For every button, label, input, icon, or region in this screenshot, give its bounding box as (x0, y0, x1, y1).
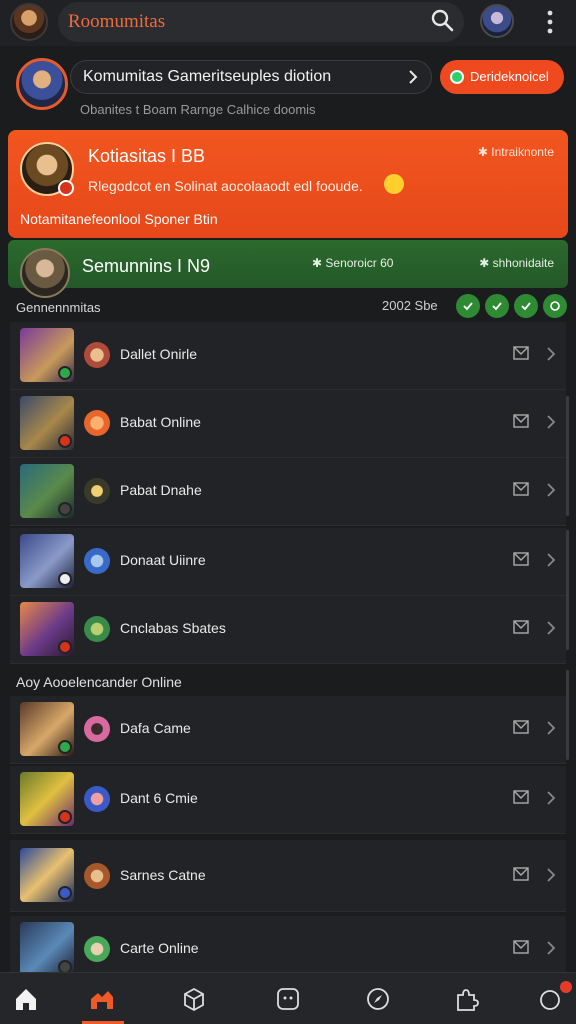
list-item[interactable]: Donaat Uiinre (10, 528, 566, 596)
section-count: 2002 Sbe (382, 298, 438, 313)
list-item[interactable]: Dallet Onirle (10, 322, 566, 390)
status-badge (58, 434, 72, 448)
list-item-label: Carte Online (120, 940, 199, 956)
list-item-label: Cnclabas Sbates (120, 620, 226, 636)
community-selector[interactable]: Komumitas Gameritseuples diotion (70, 60, 432, 94)
bottom-nav (0, 972, 576, 1024)
chevron-right-icon[interactable] (545, 790, 557, 806)
message-icon[interactable] (513, 867, 529, 881)
banner-avatar (20, 248, 70, 298)
scrollbar[interactable] (566, 530, 569, 650)
section-subtitle: Aoy Aooelencander Online (16, 674, 182, 690)
status-banner[interactable]: Semunnins I N9 ✱ Senoroicr 60 ✱ shhonida… (8, 240, 568, 298)
online-dot-icon (450, 70, 464, 84)
list-item[interactable]: Babat Online (10, 390, 566, 458)
chevron-right-icon[interactable] (545, 620, 557, 636)
banner-title: Semunnins I N9 (82, 256, 211, 276)
list-item[interactable]: Cnclabas Sbates (10, 596, 566, 664)
status-badge (58, 640, 72, 654)
chevron-right-icon[interactable] (545, 482, 557, 498)
status-badge (58, 502, 72, 516)
player-icon (84, 616, 110, 642)
compass-icon[interactable] (364, 985, 392, 1013)
player-icon (84, 786, 110, 812)
refresh-icon[interactable] (543, 294, 567, 318)
chevron-right-icon[interactable] (545, 414, 557, 430)
message-icon[interactable] (513, 720, 529, 734)
chat-icon[interactable] (274, 985, 302, 1013)
community-avatar[interactable] (16, 58, 68, 110)
app-avatar[interactable] (10, 3, 48, 41)
app-title-bar[interactable]: Roomumitas (58, 2, 464, 42)
player-icon (84, 410, 110, 436)
chevron-right-icon[interactable] (545, 552, 557, 568)
player-icon (84, 863, 110, 889)
chevron-right-icon (409, 70, 418, 84)
status-badge (58, 572, 72, 586)
featured-badge (58, 180, 74, 196)
community-icon[interactable] (88, 985, 116, 1013)
banner-meta-right: ✱ shhonidaite (479, 256, 554, 270)
player-icon (84, 548, 110, 574)
list-item[interactable]: Sarnes Catne (10, 840, 566, 912)
home-icon[interactable] (12, 985, 40, 1013)
featured-title: Kotiasitas I BB (88, 146, 206, 166)
message-icon[interactable] (513, 346, 529, 360)
player-icon (84, 936, 110, 962)
message-icon[interactable] (513, 482, 529, 496)
message-icon[interactable] (513, 620, 529, 634)
user-avatar[interactable] (480, 4, 514, 38)
list-item-label: Pabat Dnahe (120, 482, 202, 498)
status-badge (58, 810, 72, 824)
list-item-label: Donaat Uiinre (120, 552, 206, 568)
notification-badge (560, 981, 572, 993)
more-vertical-icon[interactable] (540, 8, 560, 36)
chevron-right-icon[interactable] (545, 346, 557, 362)
box-icon[interactable] (180, 985, 208, 1013)
chevron-right-icon[interactable] (545, 940, 557, 956)
player-icon (84, 716, 110, 742)
list-item-label: Dant 6 Cmie (120, 790, 198, 806)
join-button-label: Derideknoicel (470, 69, 549, 84)
message-icon[interactable] (513, 940, 529, 954)
search-icon[interactable] (430, 8, 454, 32)
list-item[interactable]: Pabat Dnahe (10, 458, 566, 526)
featured-meta: ✱ Intraiknonte (477, 145, 554, 159)
app-title: Roomumitas (68, 11, 166, 32)
top-bar: Roomumitas (0, 0, 576, 46)
list-item[interactable]: Dant 6 Cmie (10, 766, 566, 834)
chevron-right-icon[interactable] (545, 867, 557, 883)
status-badge (58, 366, 72, 380)
chevron-right-icon[interactable] (545, 720, 557, 736)
check-icon[interactable] (456, 294, 480, 318)
puzzle-icon[interactable] (452, 985, 480, 1013)
banner-meta-left: ✱ Senoroicr 60 (312, 256, 394, 270)
player-icon (84, 478, 110, 504)
join-button[interactable]: Derideknoicel (440, 60, 564, 94)
emoji-icon (384, 174, 404, 194)
featured-footer: Notamitanefeonlool Sponer Btin (20, 211, 218, 227)
list-item-label: Dallet Onirle (120, 346, 198, 362)
scrollbar[interactable] (566, 670, 569, 760)
message-icon[interactable] (513, 414, 529, 428)
list-item-label: Babat Online (120, 414, 201, 430)
community-selector-label: Komumitas Gameritseuples diotion (83, 68, 332, 85)
scrollbar[interactable] (566, 396, 569, 516)
section-actions (456, 294, 567, 318)
list-item-label: Dafa Came (120, 720, 191, 736)
player-icon (84, 342, 110, 368)
status-badge (58, 886, 72, 900)
message-icon[interactable] (513, 552, 529, 566)
featured-description: Rlegodcot en Solinat aocolaaodt edl foou… (88, 178, 363, 194)
list-item[interactable]: Dafa Came (10, 696, 566, 764)
check-icon[interactable] (485, 294, 509, 318)
status-badge (58, 740, 72, 754)
check-icon[interactable] (514, 294, 538, 318)
section-title: Gennennmitas (16, 300, 101, 315)
message-icon[interactable] (513, 790, 529, 804)
list-item-label: Sarnes Catne (120, 867, 206, 883)
community-subtitle: Obanites t Boam Rarnge Calhice doomis (80, 102, 316, 117)
featured-card[interactable]: Kotiasitas I BB ✱ Intraiknonte Rlegodcot… (8, 130, 568, 238)
